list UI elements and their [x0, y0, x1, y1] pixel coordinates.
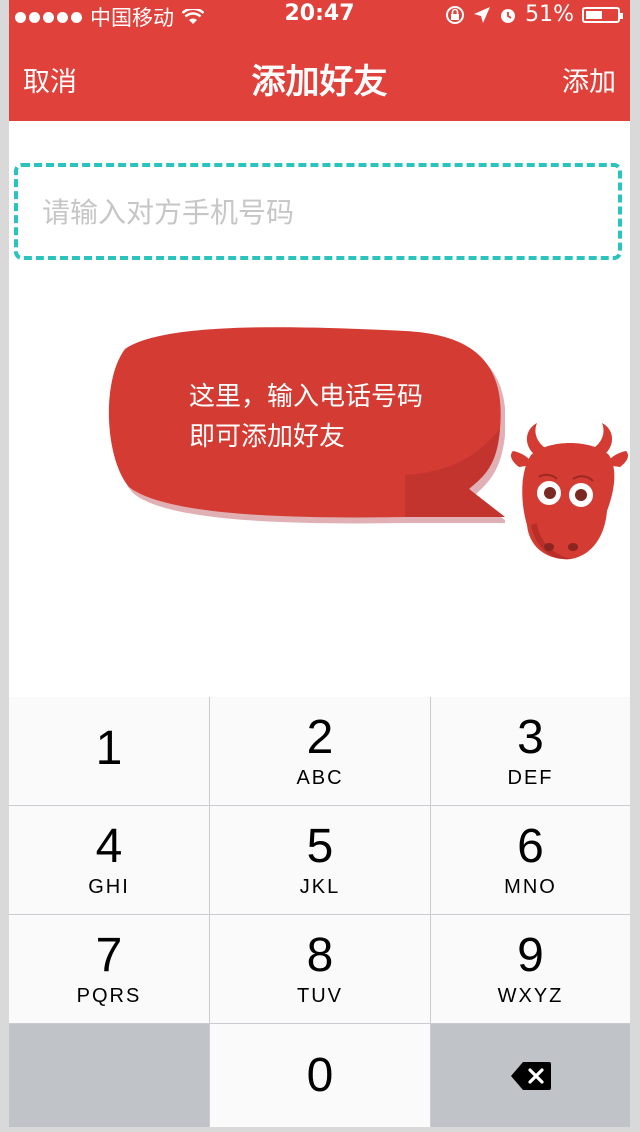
key-number: 7	[95, 928, 123, 982]
key-letters: TUV	[297, 984, 343, 1007]
bubble-text: 这里，输入电话号码 即可添加好友	[189, 377, 469, 457]
key-6[interactable]: 6 MNO	[431, 806, 630, 914]
key-number: 1	[95, 722, 123, 775]
key-4[interactable]: 4 GHI	[9, 806, 209, 914]
bull-mascot-icon	[511, 423, 628, 560]
navigation-bar: 取消 添加好友 添加	[9, 44, 630, 110]
numeric-keypad: 1 2 ABC 3 DEF 4 GHI 5 JKL 6 MNO 7 PQRS 8	[9, 697, 630, 1127]
delete-key[interactable]	[431, 1024, 630, 1127]
key-5[interactable]: 5 JKL	[210, 806, 430, 914]
key-0[interactable]: 0	[210, 1024, 430, 1127]
key-letters: MNO	[504, 875, 557, 898]
key-8[interactable]: 8 TUV	[210, 915, 430, 1023]
key-number: 9	[517, 928, 544, 982]
key-7[interactable]: 7 PQRS	[9, 915, 209, 1023]
key-number: 5	[306, 819, 334, 873]
key-number: 6	[517, 819, 544, 873]
key-letters: PQRS	[76, 984, 142, 1007]
screen: 中国移动 20:47 51% 取消 添加好友 添加 请输入对方手机号码 这里，输…	[9, 0, 630, 1127]
key-number: 3	[517, 710, 544, 764]
key-3[interactable]: 3 DEF	[431, 697, 630, 805]
key-letters: WXYZ	[497, 984, 564, 1007]
key-letters: JKL	[299, 875, 341, 898]
key-letters: GHI	[88, 875, 130, 898]
alarm-icon	[501, 8, 516, 23]
phone-input-box	[14, 163, 622, 260]
bubble-text-line-1: 这里，输入电话号码	[189, 382, 424, 412]
battery-icon	[582, 6, 623, 23]
key-2[interactable]: 2 ABC	[210, 697, 430, 805]
rotation-lock-icon	[446, 5, 465, 24]
key-letters: DEF	[507, 766, 554, 789]
key-letters: ABC	[296, 766, 344, 789]
page-title: 添加好友	[251, 62, 388, 102]
key-1[interactable]: 1	[9, 697, 209, 805]
key-9[interactable]: 9 WXYZ	[431, 915, 630, 1023]
backspace-icon	[510, 1062, 551, 1090]
key-number: 0	[306, 1049, 334, 1102]
phone-number-input[interactable]	[40, 189, 604, 235]
bubble-text-line-2: 即可添加好友	[189, 422, 346, 452]
battery-percent: 51%	[525, 2, 574, 27]
key-number: 4	[95, 819, 123, 873]
key-number: 8	[306, 928, 334, 982]
header-bar: 中国移动 20:47 51% 取消 添加好友 添加	[9, 0, 630, 121]
status-bar: 中国移动 20:47 51%	[9, 0, 630, 30]
key-blank	[9, 1024, 209, 1127]
location-arrow-icon	[474, 6, 491, 23]
add-button[interactable]: 添加	[562, 60, 616, 99]
tip-speech-bubble: 这里，输入电话号码 即可添加好友	[105, 325, 505, 535]
key-number: 2	[306, 710, 334, 764]
